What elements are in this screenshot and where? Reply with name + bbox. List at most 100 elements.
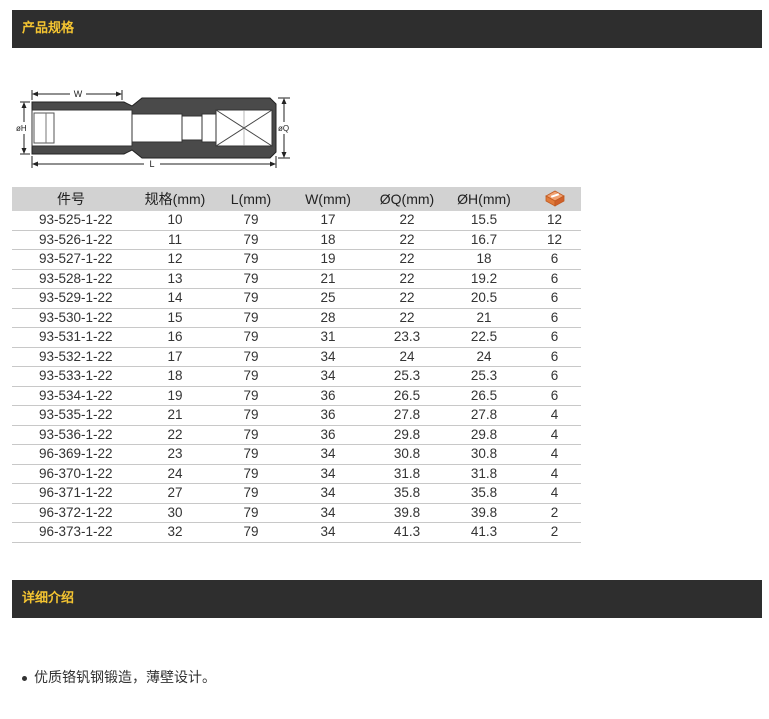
table-cell: 79 (220, 483, 282, 504)
table-row: 96-373-1-22 32 79 34 41.3 41.3 2 (12, 522, 581, 543)
table-cell: 41.3 (440, 522, 528, 543)
table-cell: 93-529-1-22 (12, 288, 130, 309)
table-cell: 25.3 (440, 366, 528, 387)
bullet-dot-icon (22, 675, 27, 681)
table-cell: 93-525-1-22 (12, 211, 130, 231)
table-cell: 34 (282, 464, 374, 484)
table-cell: 19.2 (440, 269, 528, 289)
table-cell: 93-533-1-22 (12, 366, 130, 387)
table-cell: 22 (374, 308, 440, 328)
table-cell: 26.5 (374, 386, 440, 406)
table-cell: 22 (374, 211, 440, 231)
table-cell: 30.8 (440, 444, 528, 465)
table-cell: 16.7 (440, 230, 528, 250)
table-cell: 79 (220, 269, 282, 289)
table-cell: 96-372-1-22 (12, 503, 130, 523)
table-cell: 79 (220, 288, 282, 309)
table-cell: 6 (528, 386, 581, 406)
table-cell: 39.8 (440, 503, 528, 523)
table-cell: 36 (282, 405, 374, 426)
table-cell: 21 (282, 269, 374, 289)
product-spec-table: 件号 规格(mm) L(mm) W(mm) ØQ(mm) ØH(mm) 93-5… (12, 187, 581, 543)
table-cell: 17 (282, 211, 374, 231)
table-cell: 93-531-1-22 (12, 327, 130, 348)
table-cell: 27.8 (440, 405, 528, 426)
table-cell: 31.8 (374, 464, 440, 484)
table-cell: 23 (130, 444, 220, 465)
table-cell: 6 (528, 288, 581, 309)
table-cell: 32 (130, 522, 220, 543)
table-cell: 34 (282, 366, 374, 387)
table-cell: 12 (528, 230, 581, 250)
table-row: 93-536-1-22 22 79 36 29.8 29.8 4 (12, 425, 581, 445)
table-cell: 11 (130, 230, 220, 250)
table-cell: 22.5 (440, 327, 528, 348)
table-cell: 30.8 (374, 444, 440, 465)
table-row: 96-371-1-22 27 79 34 35.8 35.8 4 (12, 483, 581, 504)
table-cell: 10 (130, 211, 220, 231)
table-cell: 34 (282, 503, 374, 523)
table-cell: 79 (220, 327, 282, 348)
table-cell: 6 (528, 366, 581, 387)
table-cell: 93-532-1-22 (12, 347, 130, 367)
table-cell: 23.3 (374, 327, 440, 348)
table-cell: 34 (282, 522, 374, 543)
table-cell: 22 (374, 269, 440, 289)
table-cell: 36 (282, 425, 374, 445)
table-cell: 34 (282, 347, 374, 367)
table-cell: 96-369-1-22 (12, 444, 130, 465)
table-row: 96-370-1-22 24 79 34 31.8 31.8 4 (12, 464, 581, 484)
feature-text: 优质铬钒钢锻造，薄壁设计。 (34, 670, 216, 686)
table-cell: 24 (440, 347, 528, 367)
table-cell: 79 (220, 464, 282, 484)
table-cell: 34 (282, 444, 374, 465)
table-cell: 79 (220, 405, 282, 426)
table-cell: 93-536-1-22 (12, 425, 130, 445)
table-cell: 28 (282, 308, 374, 328)
table-cell: 22 (374, 230, 440, 250)
table-cell: 12 (528, 211, 581, 231)
header-part-number: 件号 (12, 187, 130, 211)
table-cell: 14 (130, 288, 220, 309)
table-cell: 25.3 (374, 366, 440, 387)
header-width: W(mm) (282, 187, 374, 211)
header-package (528, 187, 581, 211)
package-box-icon (544, 190, 565, 207)
table-cell: 18 (440, 249, 528, 270)
table-cell: 31 (282, 327, 374, 348)
dimension-label-q: øQ (278, 124, 289, 133)
table-cell: 93-527-1-22 (12, 249, 130, 270)
table-cell: 96-371-1-22 (12, 483, 130, 504)
spec-section-header: 产品规格 (12, 10, 762, 48)
table-cell: 79 (220, 425, 282, 445)
table-cell: 21 (130, 405, 220, 426)
table-cell: 17 (130, 347, 220, 367)
header-size: 规格(mm) (130, 187, 220, 211)
table-row: 93-534-1-22 19 79 36 26.5 26.5 6 (12, 386, 581, 406)
table-cell: 27 (130, 483, 220, 504)
table-cell: 18 (282, 230, 374, 250)
header-diameter-q: ØQ(mm) (374, 187, 440, 211)
table-cell: 6 (528, 308, 581, 328)
table-cell: 41.3 (374, 522, 440, 543)
table-cell: 79 (220, 211, 282, 231)
table-cell: 93-530-1-22 (12, 308, 130, 328)
table-cell: 79 (220, 249, 282, 270)
header-diameter-h: ØH(mm) (440, 187, 528, 211)
table-cell: 4 (528, 425, 581, 445)
table-cell: 93-526-1-22 (12, 230, 130, 250)
table-cell: 93-535-1-22 (12, 405, 130, 426)
table-cell: 19 (130, 386, 220, 406)
table-cell: 79 (220, 366, 282, 387)
spec-section-title: 产品规格 (22, 21, 75, 36)
table-cell: 39.8 (374, 503, 440, 523)
table-cell: 6 (528, 249, 581, 270)
table-cell: 31.8 (440, 464, 528, 484)
table-cell: 15 (130, 308, 220, 328)
table-cell: 22 (130, 425, 220, 445)
table-row: 93-528-1-22 13 79 21 22 19.2 6 (12, 269, 581, 289)
table-row: 93-527-1-22 12 79 19 22 18 6 (12, 249, 581, 270)
table-cell: 79 (220, 308, 282, 328)
table-cell: 93-528-1-22 (12, 269, 130, 289)
feature-list-item: 优质铬钒钢锻造，薄壁设计。 (22, 667, 216, 687)
